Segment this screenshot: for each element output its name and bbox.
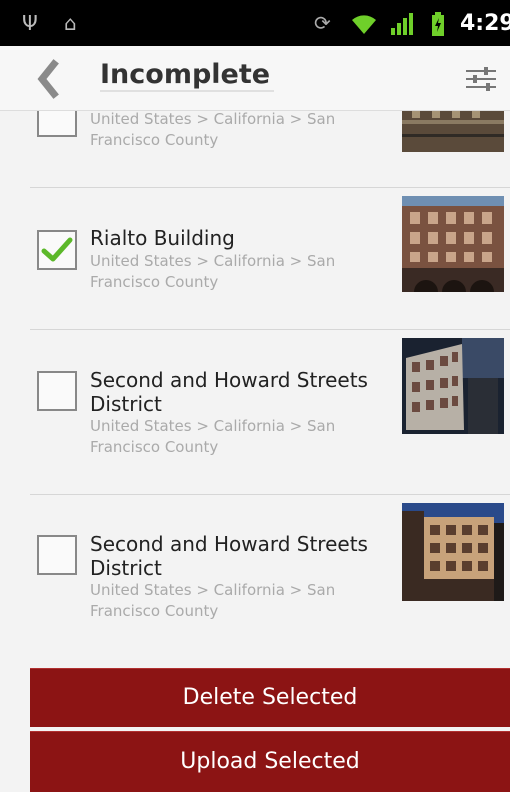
item-checkbox[interactable] [37,535,77,575]
building-thumbnail [402,338,504,434]
delete-selected-button[interactable]: Delete Selected [30,668,510,727]
building-thumbnail [402,196,504,292]
checkmark-icon [41,237,73,262]
item-subtitle: United States > California > San Francis… [90,417,336,456]
item-checkbox[interactable] [37,111,77,137]
upload-selected-button[interactable]: Upload Selected [30,731,510,792]
sliders-icon [466,67,496,91]
item-title: Second and Howard Streets District [90,368,368,416]
list-item[interactable]: United States > California > San Francis… [0,111,510,187]
sync-icon: ⟳ [314,11,331,35]
filter-button[interactable] [464,62,498,96]
app-header: Incomplete [0,46,510,111]
list-item[interactable]: Rialto Building United States > Californ… [0,188,510,329]
list-item[interactable]: Second and Howard Streets District Unite… [0,495,510,666]
item-title: Second and Howard Streets District [90,532,368,580]
back-button[interactable] [30,52,70,104]
clock: 4:29 [460,11,510,36]
location-list: United States > California > San Francis… [0,111,510,666]
wifi-icon [352,15,376,34]
status-bar: Ψ ⌂ ⟳ 4:29 [0,0,510,46]
battery-icon [432,12,444,36]
item-checkbox[interactable] [37,371,77,411]
chevron-left-icon [37,59,59,99]
building-thumbnail [402,111,504,152]
item-title: Rialto Building [90,226,235,250]
android-icon: ⌂ [64,11,77,35]
building-thumbnail [402,503,504,601]
list-item[interactable]: Second and Howard Streets District Unite… [0,330,510,494]
item-subtitle: United States > California > San Francis… [90,252,336,291]
signal-icon [391,13,413,35]
page-title: Incomplete [100,59,275,92]
usb-icon: Ψ [22,11,38,35]
item-subtitle: United States > California > San Francis… [90,111,336,149]
item-checkbox[interactable] [37,230,77,270]
item-subtitle: United States > California > San Francis… [90,581,336,620]
